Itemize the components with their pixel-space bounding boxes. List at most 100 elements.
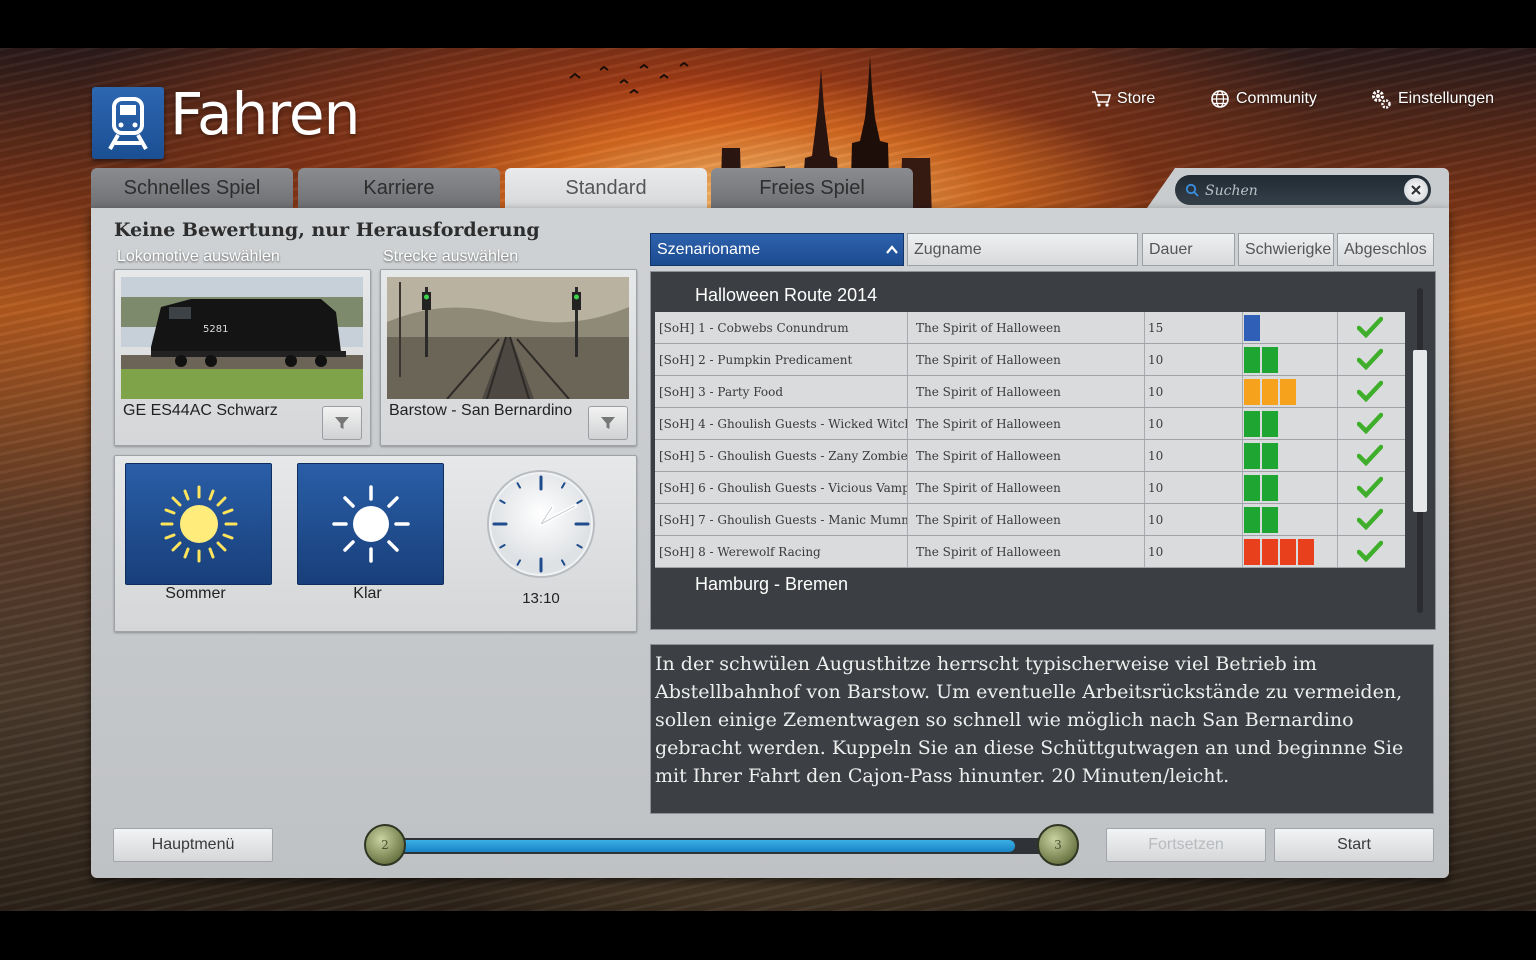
difficulty-bar (1298, 539, 1314, 565)
column-separator (1337, 504, 1338, 535)
settings-link[interactable]: Einstellungen (1370, 88, 1494, 110)
locomotive-filter-button[interactable] (322, 406, 362, 440)
loco-section-label: Lokomotive auswählen (117, 248, 280, 265)
route-image (387, 277, 629, 399)
scrollbar-thumb[interactable] (1413, 350, 1427, 512)
store-link[interactable]: Store (1091, 88, 1155, 110)
tab-standard[interactable]: Standard (505, 168, 707, 208)
scenario-name-cell: [SoH] 4 - Ghoulish Guests - Wicked Witch… (659, 416, 907, 431)
route-card[interactable]: Barstow - San Bernardino (380, 269, 637, 446)
difficulty-bar (1244, 475, 1260, 501)
duration-cell: 10 (1148, 512, 1164, 527)
difficulty-bar (1244, 507, 1260, 533)
column-separator (1337, 312, 1338, 343)
table-row[interactable]: [SoH] 2 - Pumpkin Predicament The Spirit … (655, 344, 1405, 376)
column-separator (1337, 472, 1338, 503)
step-knob-current[interactable]: 2 (364, 824, 406, 866)
train-name-cell: The Spirit of Halloween (916, 512, 1061, 527)
route-filter-button[interactable] (588, 406, 628, 440)
checkmark-icon (1357, 508, 1383, 530)
time-label: 13:10 (522, 590, 560, 607)
table-row[interactable]: [SoH] 1 - Cobwebs Conundrum The Spirit of… (655, 312, 1405, 344)
difficulty-bar (1262, 347, 1278, 373)
continue-button[interactable]: Fortsetzen (1106, 828, 1266, 862)
column-header-scenario-label: Szenarioname (657, 240, 761, 258)
checkmark-icon (1357, 412, 1383, 434)
search-input[interactable] (1203, 180, 1397, 202)
close-icon (1411, 185, 1421, 195)
weather-button[interactable] (297, 463, 444, 585)
column-header-completed[interactable]: Abgeschlos (1337, 233, 1434, 266)
group-title-hamburg: Hamburg - Bremen (695, 574, 849, 594)
locomotive-card[interactable]: 5281 GE ES44AC Schwarz (114, 269, 371, 446)
step-knob-next[interactable]: 3 (1037, 824, 1079, 866)
column-separator (907, 472, 908, 503)
search-icon (1185, 183, 1199, 197)
column-separator (1144, 376, 1145, 407)
store-label: Store (1117, 90, 1156, 107)
clock-icon (487, 470, 595, 578)
duration-cell: 10 (1148, 448, 1164, 463)
table-row[interactable]: [SoH] 4 - Ghoulish Guests - Wicked Witch… (655, 408, 1405, 440)
train-name-cell: The Spirit of Halloween (916, 320, 1061, 335)
time-clock[interactable] (486, 469, 596, 579)
community-label: Community (1236, 90, 1317, 107)
train-name-cell: The Spirit of Halloween (916, 384, 1061, 399)
start-button[interactable]: Start (1274, 828, 1434, 862)
column-separator (907, 504, 908, 535)
scenario-name-cell: [SoH] 6 - Ghoulish Guests - Vicious Vamp… (659, 480, 907, 495)
route-name: Barstow - San Bernardino (389, 402, 573, 419)
sort-ascending-icon (886, 245, 898, 254)
train-logo (92, 87, 164, 159)
tab-schnelles-spiel[interactable]: Schnelles Spiel (91, 168, 293, 208)
checkmark-icon (1357, 540, 1383, 562)
scenario-name-cell: [SoH] 7 - Ghoulish Guests - Manic Mummie… (659, 512, 907, 527)
difficulty-bar (1244, 411, 1260, 437)
scenario-description: In der schwülen Augusthitze herrscht typ… (650, 644, 1434, 814)
table-row[interactable]: [SoH] 6 - Ghoulish Guests - Vicious Vamp… (655, 472, 1405, 504)
scenario-name-cell: [SoH] 1 - Cobwebs Conundrum (659, 320, 849, 335)
table-row[interactable]: [SoH] 7 - Ghoulish Guests - Manic Mummie… (655, 504, 1405, 536)
table-row[interactable]: [SoH] 8 - Werewolf Racing The Spirit of H… (655, 536, 1405, 568)
table-row[interactable]: [SoH] 5 - Ghoulish Guests - Zany Zombies… (655, 440, 1405, 472)
checkmark-icon (1357, 444, 1383, 466)
page-title: Fahren (170, 80, 360, 148)
mode-description: Keine Bewertung, nur Herausforderung (114, 219, 540, 241)
column-separator (1144, 408, 1145, 439)
column-header-duration[interactable]: Dauer (1142, 233, 1235, 266)
weather-label: Klar (353, 585, 382, 602)
train-icon (108, 97, 148, 150)
filter-icon (601, 417, 615, 429)
column-separator (1242, 344, 1243, 375)
column-header-difficulty[interactable]: Schwierigke (1238, 233, 1334, 266)
settings-label: Einstellungen (1398, 90, 1495, 107)
checkmark-icon (1357, 476, 1383, 498)
column-separator (1242, 504, 1243, 535)
column-separator (1337, 408, 1338, 439)
column-separator (907, 376, 908, 407)
table-row[interactable]: [SoH] 3 - Party Food The Spirit of Hallow… (655, 376, 1405, 408)
column-separator (1242, 440, 1243, 471)
season-button[interactable] (125, 463, 272, 585)
search-box[interactable] (1175, 175, 1431, 205)
column-separator (1144, 344, 1145, 375)
column-separator (1337, 440, 1338, 471)
main-menu-button[interactable]: Hauptmenü (113, 828, 273, 862)
column-separator (1242, 312, 1243, 343)
train-name-cell: The Spirit of Halloween (916, 448, 1061, 463)
column-separator (1242, 376, 1243, 407)
clear-search-button[interactable] (1404, 178, 1428, 202)
community-link[interactable]: Community (1210, 88, 1317, 110)
tab-freies-spiel[interactable]: Freies Spiel (711, 168, 913, 208)
difficulty-bar (1262, 379, 1278, 405)
sun-icon (160, 485, 237, 563)
scenario-name-cell: [SoH] 8 - Werewolf Racing (659, 544, 821, 559)
column-header-scenario[interactable]: Szenarioname (650, 233, 904, 266)
column-separator (1144, 472, 1145, 503)
duration-cell: 10 (1148, 352, 1164, 367)
column-header-train[interactable]: Zugname (907, 233, 1138, 266)
difficulty-bar (1262, 411, 1278, 437)
tab-karriere[interactable]: Karriere (298, 168, 500, 208)
column-separator (907, 440, 908, 471)
progress-fill (392, 840, 1015, 852)
